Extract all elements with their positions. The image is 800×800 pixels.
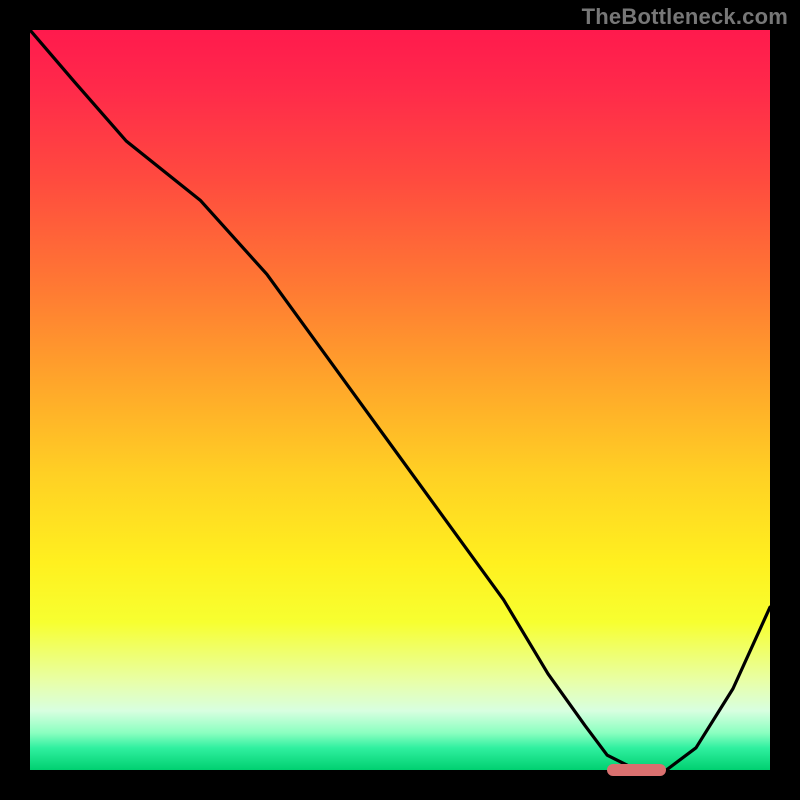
attribution-label: TheBottleneck.com [582, 4, 788, 30]
plot-area [30, 30, 770, 770]
chart-frame: TheBottleneck.com [0, 0, 800, 800]
optimum-marker [607, 764, 666, 776]
curve-path [30, 30, 770, 770]
bottleneck-curve [30, 30, 770, 770]
